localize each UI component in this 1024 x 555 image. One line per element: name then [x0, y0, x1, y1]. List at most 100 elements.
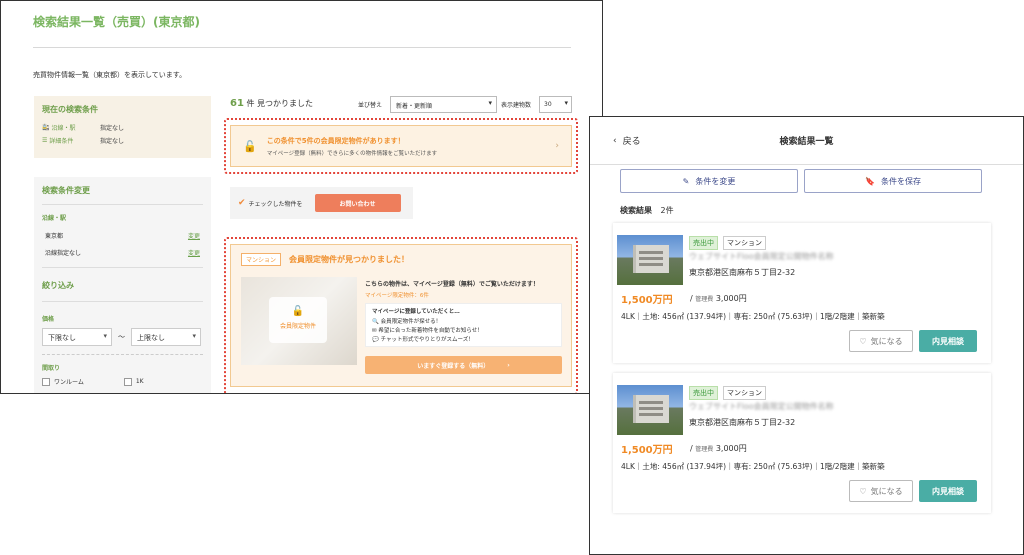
change-conditions-title: 検索条件変更 — [42, 185, 203, 205]
condition-change-row: 沿線指定なし 変更 — [42, 244, 203, 261]
divider — [33, 47, 571, 48]
register-button[interactable]: いますぐ登録する（無料） › — [365, 356, 562, 374]
benefits-list: マイページに登録していただくと… 🔍 会員限定物件が探せる！ ✉ 希望に合った新… — [365, 303, 562, 347]
banner-subtitle: マイページ登録（無料）できらに多くの物件情報をご覧いただけます — [266, 150, 438, 157]
results-label: 検索結果 — [620, 206, 652, 215]
image-label: 会員限定物件 — [279, 323, 316, 330]
change-conditions-button[interactable]: ✎ 条件を変更 — [620, 169, 798, 193]
property-price: 1,500万円 — [621, 295, 673, 306]
management-fee: / 管理費 3,000円 — [690, 294, 747, 303]
checkbox-label: 1K — [135, 378, 144, 385]
condition-row: ☰ 詳細条件 指定なし — [42, 136, 203, 145]
mobile-page-title: 検索結果一覧 — [779, 137, 834, 147]
member-count-text: マイページ限定物件：6件 — [365, 293, 429, 299]
filter-title: 絞り込み — [42, 281, 74, 290]
blurred-property-name: ウェブサイトFloo会員限定公開物件名称 — [689, 252, 834, 261]
result-count-number: 61 — [230, 98, 244, 109]
type-badge: マンション — [723, 386, 766, 400]
layout-checkbox[interactable]: 1K — [123, 377, 144, 386]
current-conditions-panel: 現在の検索条件 🚉 沿線・駅 指定なし ☰ 詳細条件 指定なし — [34, 96, 211, 158]
property-card[interactable]: 売出中 マンション ウェブサイトFloo会員限定公開物件名称 東京都港区南麻布５… — [613, 223, 991, 363]
type-badge: マンション — [723, 236, 766, 250]
status-badge: 売出中 — [689, 236, 718, 250]
blurred-property-name: ウェブサイトFloo会員限定公開物件名称 — [689, 402, 834, 411]
checkbox[interactable] — [123, 377, 132, 386]
save-conditions-button[interactable]: 🔖 条件を保存 — [804, 169, 982, 193]
list-item: ✉ 希望に合った新着物件を自動でお知らせ！ — [372, 328, 483, 334]
layout-checkbox[interactable]: ワンルーム — [42, 377, 84, 386]
back-button[interactable]: ‹ 戻る — [613, 134, 641, 148]
property-specs: 4LK｜土地: 456㎡ (137.94坪)｜専有: 250㎡ (75.63坪)… — [621, 462, 885, 471]
member-banner[interactable]: 🔓 この条件で5件の会員限定物件があります！ マイページ登録（無料）できらに多く… — [230, 125, 572, 167]
favorite-button[interactable]: ♡ 気になる — [849, 480, 913, 502]
change-link[interactable]: 変更 — [188, 231, 200, 240]
viewing-request-button[interactable]: 内見相談 — [919, 330, 977, 352]
status-badge: 売出中 — [689, 386, 718, 400]
chat-icon: 💬 — [372, 337, 379, 343]
divider — [42, 354, 203, 355]
viewing-request-button[interactable]: 内見相談 — [919, 480, 977, 502]
property-photo — [617, 385, 683, 435]
property-specs: 4LK｜土地: 456㎡ (137.94坪)｜専有: 250㎡ (75.63坪)… — [621, 312, 885, 321]
check-icon: ✔ — [238, 198, 246, 208]
condition-label: 東京都 — [45, 233, 64, 240]
pencil-icon: ✎ — [682, 176, 690, 186]
inquiry-button[interactable]: お問い合わせ — [314, 194, 401, 212]
inquiry-bar: ✔ チェックした物件を お問い合わせ — [230, 187, 413, 219]
results-number: 2件 — [660, 206, 674, 215]
property-card[interactable]: 売出中 マンション ウェブサイトFloo会員限定公開物件名称 東京都港区南麻布５… — [613, 373, 991, 513]
line-station-subtitle: 沿線・駅 — [42, 215, 67, 222]
mobile-header: ‹ 戻る 検索結果一覧 — [590, 117, 1023, 165]
banner-title: この条件で5件の会員限定物件があります！ — [266, 136, 405, 145]
price-label: 価格 — [42, 316, 55, 323]
condition-change-row: 東京都 変更 — [42, 227, 203, 244]
search-icon: 🔍 — [372, 319, 379, 325]
change-conditions-panel: 検索条件変更 沿線・駅 東京都 変更 沿線指定なし 変更 絞り込み 価格 下限な… — [34, 177, 211, 393]
heart-icon: ♡ — [859, 486, 867, 496]
divider — [42, 301, 203, 302]
inquiry-label: チェックした物件を — [248, 200, 303, 208]
bookmark-icon: 🔖 — [865, 176, 875, 186]
list-item: 🔍 会員限定物件が探せる！ — [372, 319, 442, 325]
member-text: こちらの物件は、マイページ登録（無料）でご覧いただけます！ — [365, 281, 539, 288]
benefits-heading: マイページに登録していただくと… — [372, 309, 460, 315]
condition-label: 沿線指定なし — [45, 250, 82, 257]
list-icon: ☰ — [42, 137, 48, 144]
unlock-icon: 🔓 — [243, 139, 257, 153]
sort-label: 並び替え — [358, 102, 383, 109]
property-address: 東京都港区南麻布５丁目2-32 — [689, 418, 796, 427]
layout-label: 間取り — [42, 365, 61, 372]
heart-icon: ♡ — [859, 336, 867, 346]
page-description: 売買物件情報一覧（東京都）を表示しています。 — [33, 71, 187, 79]
property-address: 東京都港区南麻布５丁目2-32 — [689, 268, 796, 277]
results-count: 検索結果 2件 — [620, 205, 674, 216]
condition-buttons: ✎ 条件を変更 🔖 条件を保存 — [620, 169, 982, 193]
checkbox[interactable] — [42, 377, 50, 386]
train-icon: 🚉 — [42, 124, 50, 131]
member-property-image: 🔓 会員限定物件 — [241, 277, 357, 365]
chevron-right-icon: › — [555, 141, 559, 151]
current-conditions-title: 現在の検索条件 — [42, 105, 98, 114]
management-fee: / 管理費 3,000円 — [690, 444, 747, 453]
condition-label: 詳細条件 — [49, 138, 74, 145]
unlock-icon: 🔓 — [291, 306, 305, 317]
property-photo — [617, 235, 683, 285]
per-page-label: 表示建物数 — [501, 102, 532, 109]
per-page-select[interactable]: 30 — [539, 96, 572, 113]
mobile-screen: ‹ 戻る 検索結果一覧 ✎ 条件を変更 🔖 条件を保存 検索結果 2件 売出中 … — [589, 116, 1024, 555]
price-min-select[interactable]: 下限なし — [42, 328, 112, 346]
favorite-button[interactable]: ♡ 気になる — [849, 330, 913, 352]
list-item: 💬 チャット形式でやりとりがスムーズ！ — [372, 337, 474, 343]
condition-value: 指定なし — [100, 138, 125, 145]
layout-options: ワンルーム 1K — [42, 377, 203, 386]
change-link[interactable]: 変更 — [188, 248, 200, 257]
sort-select[interactable]: 新着・更新順 — [390, 96, 497, 113]
divider — [42, 267, 203, 268]
mail-icon: ✉ — [372, 328, 377, 334]
member-only-card: マンション 会員限定物件が見つかりました！ 🔓 会員限定物件 こちらの物件は、マ… — [230, 244, 572, 387]
price-max-select[interactable]: 上限なし — [131, 328, 201, 346]
condition-value: 指定なし — [100, 125, 125, 132]
pc-screen: 検索結果一覧（売買）(東京都) 売買物件情報一覧（東京都）を表示しています。 現… — [0, 0, 603, 394]
result-count-suffix: 件 見つかりました — [246, 99, 314, 108]
range-separator: 〜 — [118, 333, 125, 341]
